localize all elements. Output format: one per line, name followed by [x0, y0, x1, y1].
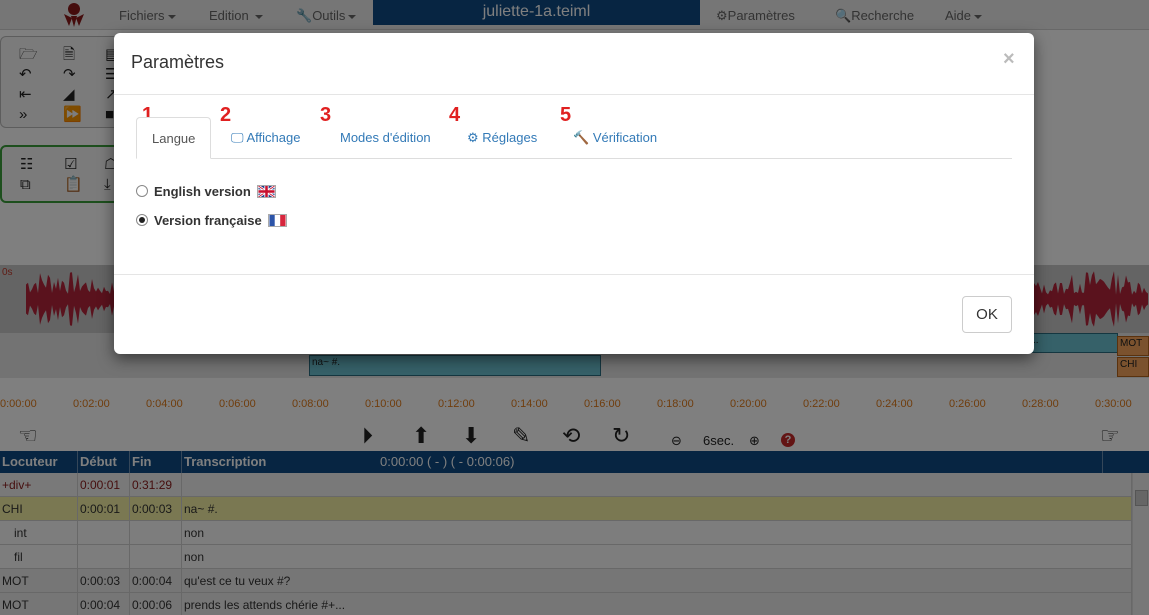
settings-tabs: Langue 🖵 Affichage Modes d'édition ⚙ Rég…: [136, 117, 1012, 159]
gear-icon: ⚙: [467, 130, 479, 145]
ok-button[interactable]: OK: [962, 296, 1012, 333]
tab-verification[interactable]: 🔨 Vérification: [558, 117, 672, 159]
uk-flag-icon: [257, 185, 277, 198]
monitor-icon: 🖵: [231, 130, 244, 145]
option-french[interactable]: Version française: [136, 213, 288, 228]
option-label: English version: [154, 184, 251, 199]
radio-french[interactable]: [136, 214, 148, 226]
tab-reglages[interactable]: ⚙ Réglages: [452, 117, 552, 159]
tab-affichage[interactable]: 🖵 Affichage: [216, 117, 315, 159]
tab-label: Langue: [152, 131, 196, 146]
hammer-icon: 🔨: [573, 130, 590, 145]
dialog-title: Paramètres: [131, 52, 225, 72]
dialog-header: Paramètres ×: [114, 33, 1034, 95]
radio-english[interactable]: [136, 185, 148, 197]
close-icon[interactable]: ×: [1003, 49, 1015, 69]
tab-langue[interactable]: Langue: [136, 117, 212, 159]
tab-modes-edition[interactable]: Modes d'édition: [325, 117, 446, 159]
tab-label: Vérification: [592, 130, 658, 145]
option-label: Version française: [154, 213, 262, 228]
tab-label: Réglages: [482, 130, 538, 145]
dialog-footer: OK: [114, 274, 1034, 354]
tab-label: Affichage: [246, 130, 301, 145]
tab-label: Modes d'édition: [340, 130, 431, 145]
settings-dialog: Paramètres × 1 2 3 4 5 Langue 🖵 Affichag…: [114, 33, 1034, 354]
france-flag-icon: [268, 214, 288, 227]
option-english[interactable]: English version: [136, 184, 277, 199]
